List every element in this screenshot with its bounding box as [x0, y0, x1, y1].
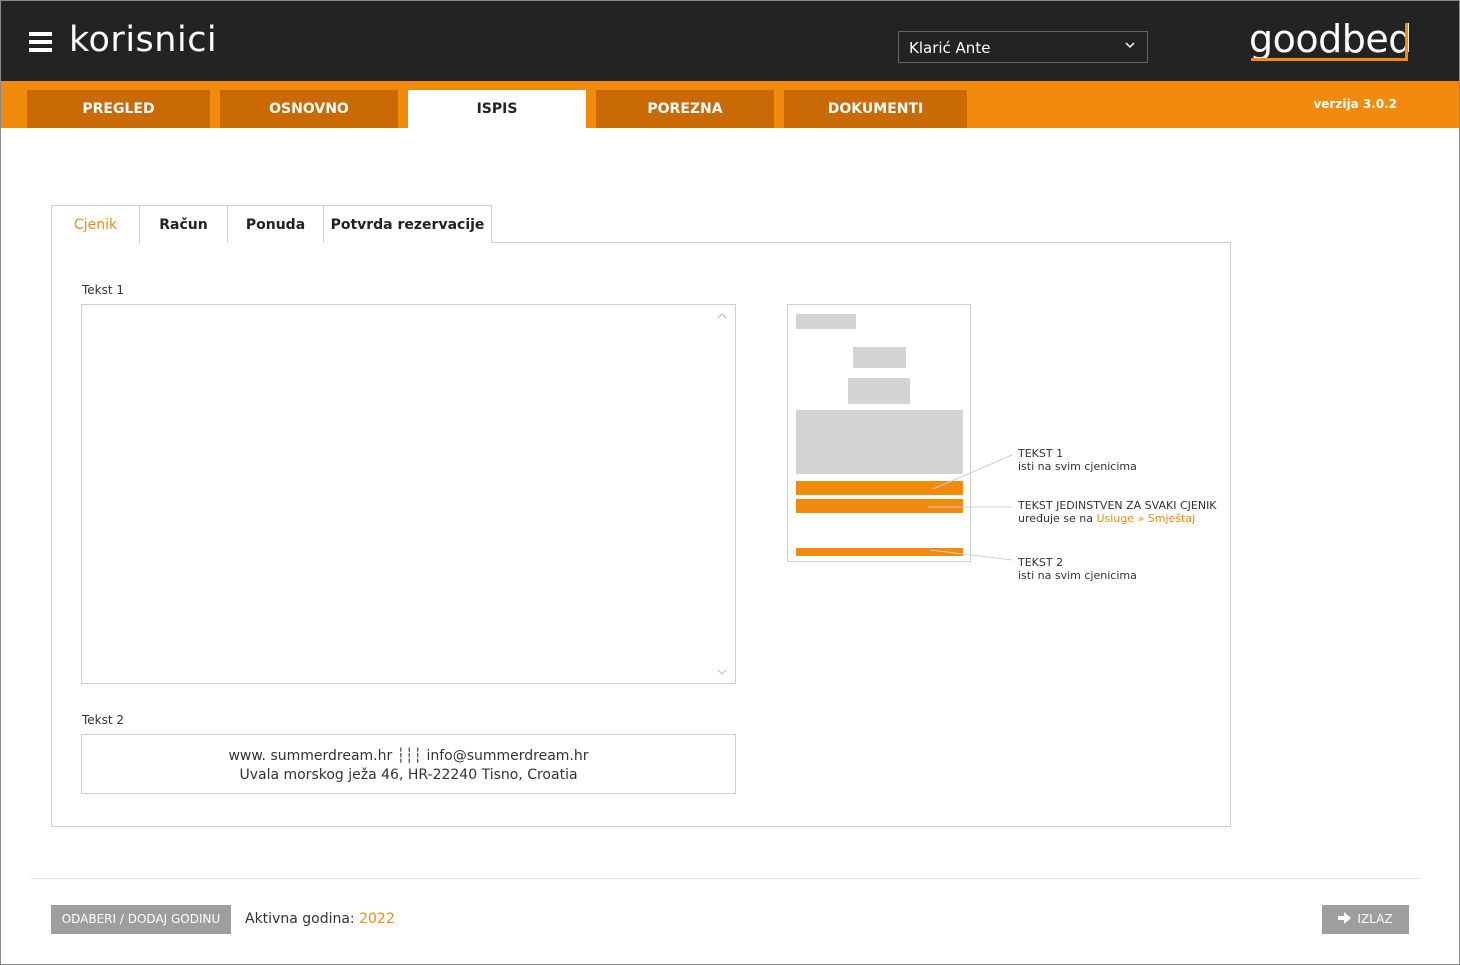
tab-pregled[interactable]: PREGLED [27, 90, 210, 128]
annotation-tekst1: TEKST 1 isti na svim cjenicima [1018, 447, 1137, 473]
active-year: Aktivna godina: 2022 [245, 911, 395, 927]
page-title: korisnici [69, 20, 218, 60]
logo: goodbed [1249, 17, 1412, 61]
tekst2-label: Tekst 2 [82, 713, 125, 727]
annotation-title: TEKST JEDINSTVEN ZA SVAKI CJENIK [1018, 499, 1217, 512]
annotation-title: TEKST 1 [1018, 447, 1064, 460]
tekst2-line2: Uvala morskog ježa 46, HR-22240 Tisno, C… [239, 767, 578, 783]
exit-label: IZLAZ [1357, 912, 1393, 926]
active-year-value: 2022 [359, 911, 395, 927]
tab-porezna[interactable]: POREZNA [596, 90, 774, 128]
annotation-unique-text: TEKST JEDINSTVEN ZA SVAKI CJENIK uređuje… [1018, 499, 1217, 525]
subtab-ponuda[interactable]: Ponuda [227, 205, 324, 243]
exit-button[interactable]: IZLAZ [1322, 905, 1409, 934]
preview-table-block [796, 410, 963, 474]
subtab-racun[interactable]: Račun [139, 205, 228, 243]
user-select[interactable]: Klarić Ante [898, 31, 1148, 63]
chevron-up-icon[interactable] [717, 312, 727, 320]
chevron-down-icon[interactable] [717, 668, 727, 676]
active-year-label: Aktivna godina: [245, 911, 355, 927]
tekst2-line1: www. summerdream.hr ┆┆┆ info@summerdream… [228, 748, 589, 764]
subtab-cjenik[interactable]: Cjenik [51, 205, 140, 244]
annotation-subtitle: isti na svim cjenicima [1018, 460, 1137, 473]
version-label: verzija 3.0.2 [1313, 97, 1397, 111]
preview-tekst2-bar [796, 548, 963, 556]
annotation-title: TEKST 2 [1018, 556, 1064, 569]
tekst1-label: Tekst 1 [82, 283, 125, 297]
annotation-subtitle: isti na svim cjenicima [1018, 569, 1137, 582]
main-nav: PREGLED OSNOVNO ISPIS POREZNA DOKUMENTI … [1, 81, 1459, 128]
usluge-smjestaj-link[interactable]: Usluge » Smještaj [1097, 512, 1196, 525]
preview-block [853, 347, 906, 368]
top-header: korisnici Klarić Ante goodbed [1, 1, 1459, 81]
logo-underline [1251, 58, 1408, 61]
arrow-right-icon [1338, 912, 1352, 924]
preview-logo-block [796, 314, 856, 329]
preview-unique-text-bar [796, 499, 963, 513]
document-preview [787, 304, 971, 562]
tekst1-textarea[interactable] [81, 304, 736, 684]
tab-ispis[interactable]: ISPIS [408, 90, 586, 128]
tab-dokumenti[interactable]: DOKUMENTI [784, 90, 967, 128]
tekst2-textarea[interactable]: www. summerdream.hr ┆┆┆ info@summerdream… [81, 734, 736, 794]
annotation-tekst2: TEKST 2 isti na svim cjenicima [1018, 556, 1137, 582]
chevron-down-icon [1125, 42, 1135, 49]
logo-bar [1405, 23, 1408, 61]
subtab-potvrda-rezervacije[interactable]: Potvrda rezervacije [323, 205, 492, 243]
tab-osnovno[interactable]: OSNOVNO [220, 90, 398, 128]
preview-tekst1-bar [796, 481, 963, 495]
user-select-value: Klarić Ante [909, 39, 991, 57]
select-add-year-button[interactable]: ODABERI / DODAJ GODINU [51, 905, 231, 934]
preview-block [848, 378, 910, 404]
menu-icon[interactable] [29, 32, 52, 52]
footer-divider [31, 878, 1421, 879]
annotation-subtitle: uređuje se na [1018, 512, 1094, 525]
